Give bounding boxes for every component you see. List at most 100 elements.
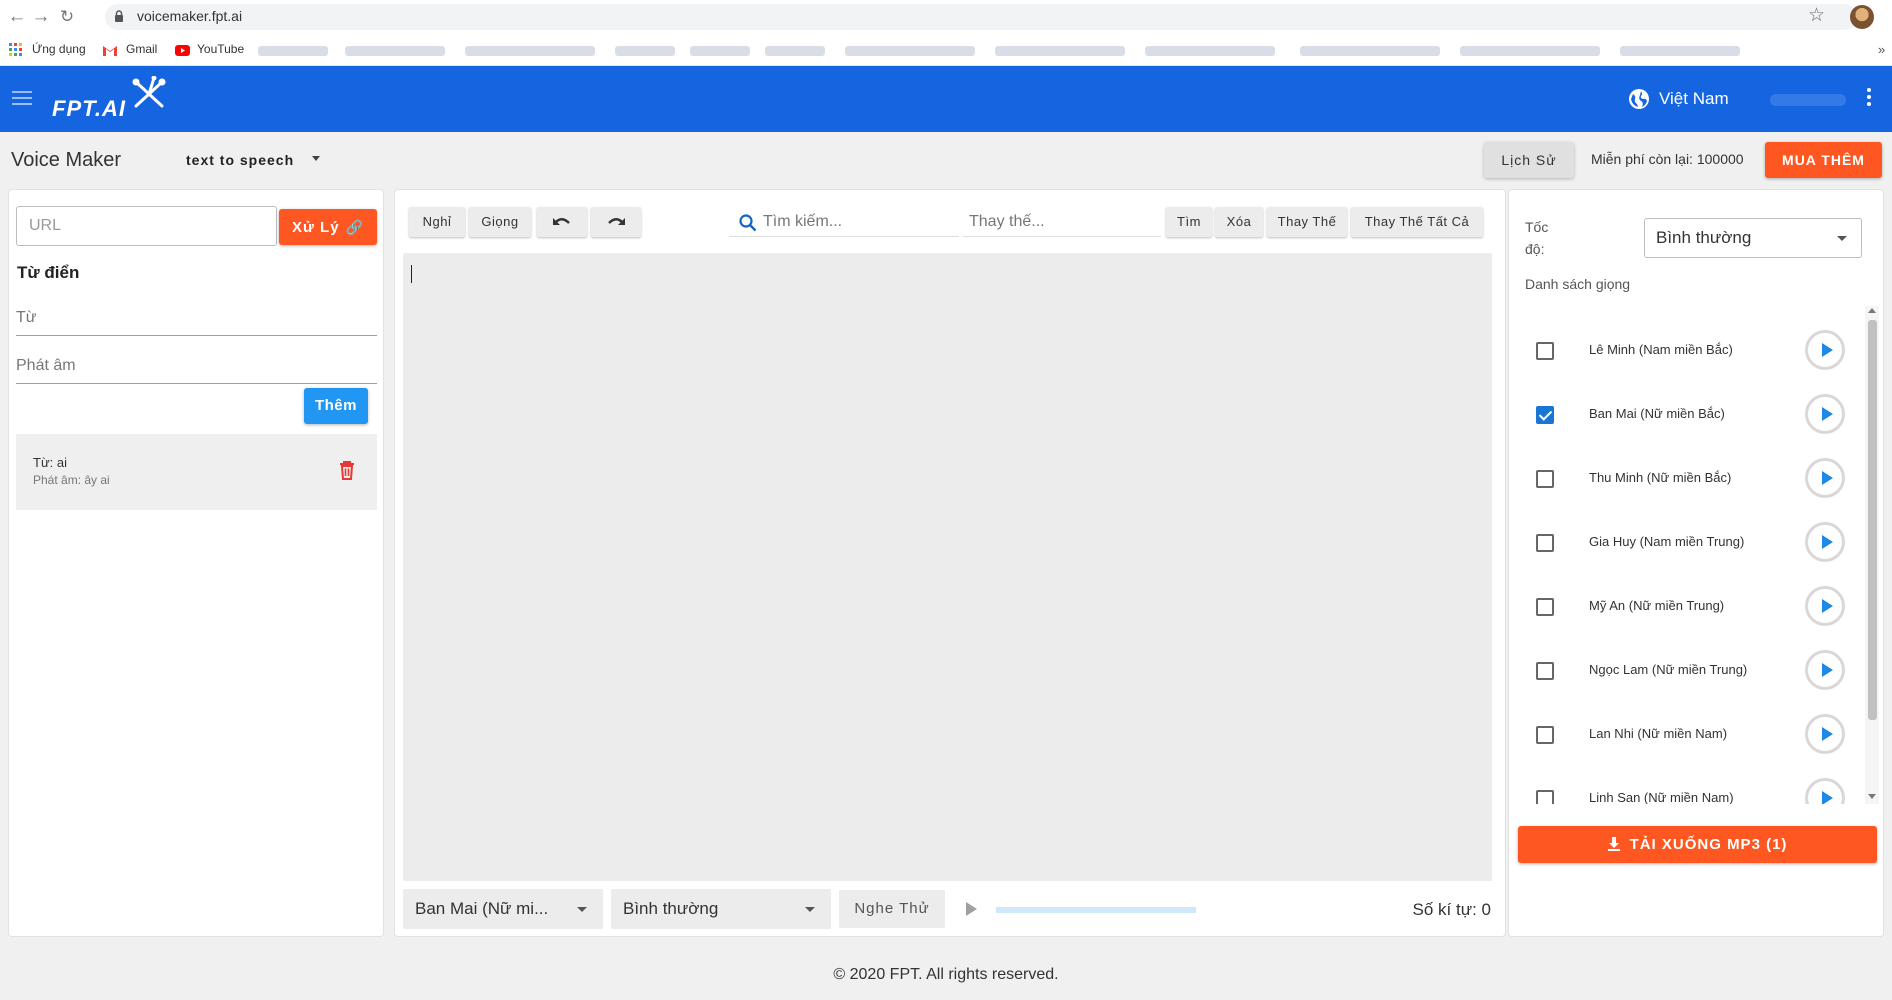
back-arrow-icon[interactable]: ← <box>6 6 28 28</box>
mode-dropdown[interactable]: text to speech <box>186 152 294 168</box>
globe-icon[interactable] <box>1628 88 1650 110</box>
replace-button[interactable]: Thay Thế <box>1267 207 1347 237</box>
url-text[interactable]: voicemaker.fpt.ai <box>137 8 242 24</box>
svg-text:FPT.AI: FPT.AI <box>52 96 126 121</box>
blurred-bookmark[interactable] <box>995 46 1125 56</box>
blurred-bookmark[interactable] <box>1300 46 1440 56</box>
download-icon <box>1607 837 1620 851</box>
lock-icon <box>115 10 123 22</box>
profile-avatar[interactable] <box>1850 5 1874 29</box>
process-button[interactable]: Xử Lý 🔗 <box>279 209 377 245</box>
play-sample-icon[interactable] <box>1805 714 1845 754</box>
insert-pause-button[interactable]: Nghỉ <box>409 207 465 237</box>
chevron-down-icon[interactable] <box>312 156 320 161</box>
voice-name: Ban Mai (Nữ miền Bắc) <box>1589 406 1725 421</box>
forward-arrow-icon[interactable]: → <box>30 6 52 28</box>
url-input[interactable] <box>16 206 277 246</box>
free-quota-text: Miễn phí còn lại: 100000 <box>1591 151 1744 167</box>
bookmark-apps[interactable]: Ứng dụng <box>32 42 86 56</box>
history-button[interactable]: Lịch Sử <box>1484 142 1574 178</box>
voice-dropdown-value: Ban Mai (Nữ mi... <box>415 899 549 918</box>
text-editor[interactable] <box>403 253 1492 881</box>
voice-list-item: Linh San (Nữ miền Nam) <box>1509 766 1865 804</box>
play-sample-icon[interactable] <box>1805 650 1845 690</box>
voice-list: Lê Minh (Nam miền Bắc) Ban Mai (Nữ miền B… <box>1509 306 1865 804</box>
reload-icon[interactable]: ↻ <box>56 6 78 28</box>
voice-name: Thu Minh (Nữ miền Bắc) <box>1589 470 1732 485</box>
blurred-bookmark[interactable] <box>615 46 675 56</box>
bookmark-youtube[interactable]: YouTube <box>197 42 244 56</box>
voice-checkbox[interactable] <box>1536 470 1554 488</box>
blurred-bookmark[interactable] <box>345 46 445 56</box>
scroll-down-arrow-icon[interactable] <box>1868 794 1876 799</box>
blurred-bookmark[interactable] <box>1620 46 1740 56</box>
search-input[interactable] <box>763 207 958 237</box>
character-count: Số kí tự: 0 <box>1412 900 1491 919</box>
voice-dropdown[interactable]: Ban Mai (Nữ mi... <box>403 889 603 929</box>
voice-checkbox[interactable] <box>1536 790 1554 804</box>
search-box <box>729 207 959 237</box>
scrollbar-thumb[interactable] <box>1868 320 1877 720</box>
replace-input[interactable] <box>963 207 1161 237</box>
voice-checkbox[interactable] <box>1536 726 1554 744</box>
voice-checkbox[interactable] <box>1536 534 1554 552</box>
voice-list-item: Ban Mai (Nữ miền Bắc) <box>1509 382 1865 446</box>
audio-progress-bar[interactable] <box>996 907 1196 913</box>
gmail-icon <box>103 46 117 56</box>
menu-icon[interactable] <box>12 91 32 105</box>
speed-dropdown-editor[interactable]: Bình thường <box>611 889 831 929</box>
pronunciation-field[interactable] <box>16 348 377 384</box>
insert-voice-button[interactable]: Giọng <box>469 207 531 237</box>
user-account-name[interactable] <box>1770 94 1846 106</box>
play-sample-icon[interactable] <box>1805 522 1845 562</box>
preview-listen-button[interactable]: Nghe Thử <box>839 890 945 928</box>
blurred-bookmark[interactable] <box>465 46 595 56</box>
voice-list-scrollbar[interactable] <box>1865 306 1879 804</box>
speed-dropdown-value: Bình thường <box>1656 228 1752 247</box>
chevron-down-icon <box>577 907 587 912</box>
dictionary-entry: Từ: ai Phát âm: ây ai <box>16 434 377 510</box>
undo-icon <box>553 218 570 225</box>
voice-list-item: Ngọc Lam (Nữ miền Trung) <box>1509 638 1865 702</box>
redo-button[interactable] <box>591 207 641 237</box>
play-sample-icon[interactable] <box>1805 394 1845 434</box>
more-vert-icon[interactable] <box>1866 88 1872 110</box>
trash-icon[interactable] <box>338 460 356 480</box>
voice-checkbox[interactable] <box>1536 598 1554 616</box>
country-selector[interactable]: Việt Nam <box>1659 89 1729 109</box>
play-sample-icon[interactable] <box>1805 778 1845 804</box>
blurred-bookmark[interactable] <box>765 46 825 56</box>
link-icon: 🔗 <box>345 219 364 235</box>
voice-list-title: Danh sách giọng <box>1525 276 1631 292</box>
blurred-bookmark[interactable] <box>1145 46 1275 56</box>
browser-toolbar: ← → ↻ voicemaker.fpt.ai ☆ <box>0 0 1892 34</box>
replace-all-button[interactable]: Thay Thế Tất Cả <box>1351 207 1483 237</box>
play-sample-icon[interactable] <box>1805 586 1845 626</box>
delete-button[interactable]: Xóa <box>1215 207 1263 237</box>
more-bookmarks-icon[interactable]: » <box>1878 42 1885 57</box>
blurred-bookmark[interactable] <box>845 46 975 56</box>
add-word-button[interactable]: Thêm <box>304 388 368 424</box>
speed-dropdown[interactable]: Bình thường <box>1644 218 1862 258</box>
word-field[interactable] <box>16 300 377 336</box>
play-sample-icon[interactable] <box>1805 458 1845 498</box>
bookmark-gmail[interactable]: Gmail <box>126 42 157 56</box>
play-icon[interactable] <box>966 902 977 916</box>
buy-more-button[interactable]: MUA THÊM <box>1765 142 1882 178</box>
play-sample-icon[interactable] <box>1805 330 1845 370</box>
fpt-ai-logo[interactable]: FPT.AI <box>50 76 170 122</box>
blurred-bookmark[interactable] <box>258 46 328 56</box>
blurred-bookmark[interactable] <box>1460 46 1600 56</box>
find-button[interactable]: Tìm <box>1166 207 1212 237</box>
voice-checkbox[interactable] <box>1536 342 1554 360</box>
undo-button[interactable] <box>537 207 587 237</box>
download-mp3-button[interactable]: TẢI XUỐNG MP3 (1) <box>1518 826 1877 863</box>
address-bar[interactable] <box>105 4 1857 30</box>
scroll-up-arrow-icon[interactable] <box>1868 308 1876 313</box>
bookmark-star-icon[interactable]: ☆ <box>1808 4 1825 27</box>
blurred-bookmark[interactable] <box>690 46 750 56</box>
app-title: Voice Maker <box>11 149 122 171</box>
voice-checkbox[interactable] <box>1536 662 1554 680</box>
voice-checkbox[interactable] <box>1536 406 1554 424</box>
voice-name: Mỹ An (Nữ miền Trung) <box>1589 598 1725 613</box>
